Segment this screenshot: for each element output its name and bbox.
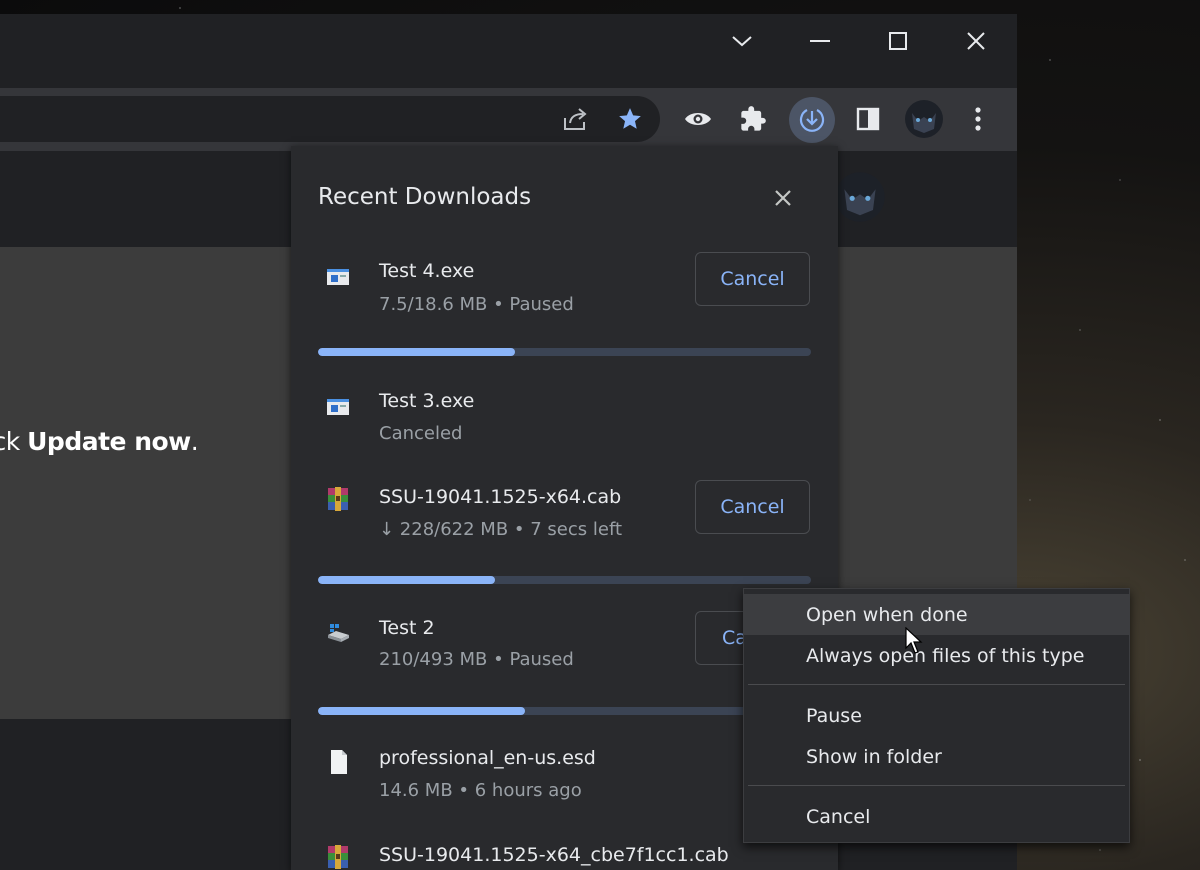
tab-search-button[interactable] bbox=[722, 26, 762, 56]
download-progress-bar bbox=[318, 707, 811, 715]
download-progress-fill bbox=[318, 348, 516, 356]
menu-separator bbox=[748, 684, 1125, 685]
page-text-prefix: ick bbox=[0, 427, 20, 456]
maximize-button[interactable] bbox=[878, 26, 918, 56]
close-window-button[interactable] bbox=[956, 26, 996, 56]
download-status: 14.6 MB • 6 hours ago bbox=[379, 780, 582, 801]
minimize-button[interactable] bbox=[800, 26, 840, 56]
winrar-archive-icon bbox=[328, 487, 348, 511]
extensions-button[interactable] bbox=[733, 99, 773, 139]
reading-mode-button[interactable] bbox=[678, 99, 718, 139]
side-panel-icon bbox=[856, 107, 880, 131]
winrar-archive-icon bbox=[328, 845, 348, 869]
menu-separator bbox=[748, 785, 1125, 786]
menu-item-always-open[interactable]: Always open files of this type bbox=[744, 635, 1129, 676]
drive-file-icon bbox=[328, 624, 349, 642]
exe-file-icon bbox=[327, 269, 349, 285]
download-icon bbox=[799, 109, 825, 132]
profile-avatar-button[interactable] bbox=[904, 99, 944, 139]
download-context-menu: Open when done Always open files of this… bbox=[743, 588, 1130, 843]
close-panel-button[interactable] bbox=[769, 184, 797, 212]
more-vertical-icon bbox=[975, 107, 981, 131]
close-icon bbox=[775, 190, 791, 206]
avatar bbox=[905, 100, 943, 138]
download-filename: SSU-19041.1525-x64.cab bbox=[379, 486, 622, 508]
download-filename: Test 3.exe bbox=[379, 390, 475, 412]
puzzle-icon bbox=[741, 106, 766, 131]
cancel-download-button[interactable]: Cancel bbox=[695, 252, 810, 306]
download-progress-fill bbox=[318, 576, 496, 584]
share-icon bbox=[564, 108, 587, 130]
mouse-cursor-icon bbox=[905, 627, 923, 654]
download-status: 7.5/18.6 MB • Paused bbox=[379, 294, 574, 315]
download-progress-bar bbox=[318, 348, 811, 356]
downloads-button[interactable] bbox=[789, 97, 835, 143]
update-now-text: Update now bbox=[27, 427, 191, 456]
minimize-icon bbox=[810, 40, 830, 42]
address-bar[interactable] bbox=[0, 96, 660, 142]
download-status: 210/493 MB • Paused bbox=[379, 649, 574, 670]
browser-toolbar bbox=[0, 88, 1017, 151]
cancel-download-button[interactable]: Cancel bbox=[695, 480, 810, 534]
menu-item-open-when-done[interactable]: Open when done bbox=[744, 594, 1129, 635]
download-progress-fill bbox=[318, 707, 526, 715]
chevron-down-icon bbox=[732, 36, 752, 47]
chrome-menu-button[interactable] bbox=[958, 99, 998, 139]
download-progress-bar bbox=[318, 576, 811, 584]
star-icon bbox=[619, 108, 641, 129]
download-filename: Test 4.exe bbox=[379, 260, 475, 282]
download-status: Canceled bbox=[379, 423, 463, 444]
download-filename: Test 2 bbox=[379, 617, 435, 639]
download-filename: professional_en-us.esd bbox=[379, 747, 596, 769]
share-button[interactable] bbox=[556, 99, 596, 139]
page-text-suffix: . bbox=[190, 427, 199, 456]
exe-file-icon bbox=[327, 399, 349, 415]
download-filename: SSU-19041.1525-x64_cbe7f1cc1.cab bbox=[379, 844, 729, 866]
menu-item-cancel[interactable]: Cancel bbox=[744, 796, 1129, 837]
eye-icon bbox=[685, 113, 711, 125]
page-instruction-text: ick Update now. bbox=[0, 427, 199, 456]
bookmark-star-button[interactable] bbox=[610, 99, 650, 139]
title-bar bbox=[0, 14, 1017, 88]
maximize-icon bbox=[889, 32, 907, 50]
page-avatar bbox=[835, 172, 885, 222]
download-status: ↓ 228/622 MB • 7 secs left bbox=[379, 519, 623, 540]
menu-item-pause[interactable]: Pause bbox=[744, 695, 1129, 736]
close-icon bbox=[967, 32, 985, 50]
blank-file-icon bbox=[331, 750, 347, 774]
side-panel-button[interactable] bbox=[848, 99, 888, 139]
panel-title: Recent Downloads bbox=[318, 184, 532, 210]
menu-item-show-in-folder[interactable]: Show in folder bbox=[744, 736, 1129, 777]
